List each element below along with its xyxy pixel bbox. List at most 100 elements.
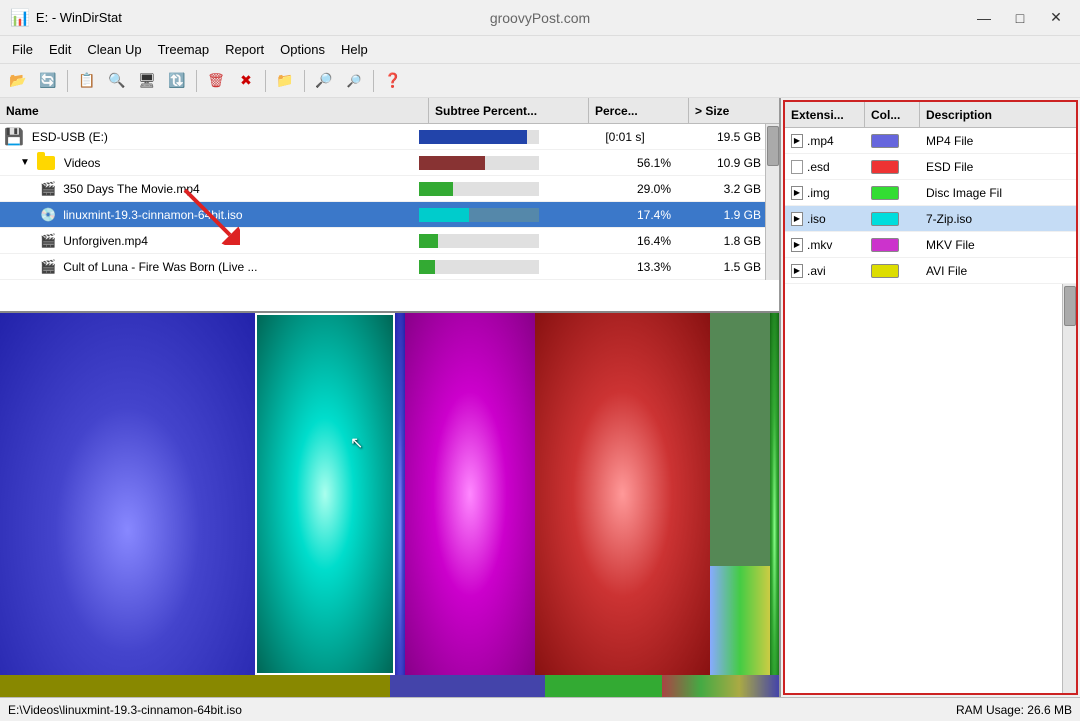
menu-help[interactable]: Help bbox=[333, 39, 376, 60]
table-row[interactable]: 🎬 Unforgiven.mp4 16.4% 1.8 GB bbox=[0, 228, 765, 254]
bottom-bar-seg-1 bbox=[0, 675, 390, 697]
toolbar-copy[interactable]: 📋 bbox=[73, 68, 101, 94]
tree-col-name[interactable]: Name bbox=[0, 98, 429, 123]
list-item[interactable]: ▶ .mkv MKV File bbox=[785, 232, 1076, 258]
cell-name: 💾 ESD-USB (E:) bbox=[0, 124, 415, 149]
tree-col-subtree[interactable]: Subtree Percent... bbox=[429, 98, 589, 123]
ext-label: .iso bbox=[807, 212, 826, 226]
menu-options[interactable]: Options bbox=[272, 39, 333, 60]
toolbar-refresh[interactable]: 🔄 bbox=[34, 68, 62, 94]
treemap[interactable]: ↖ bbox=[0, 313, 779, 697]
toolbar-zoom-in[interactable]: 🔎 bbox=[310, 68, 338, 94]
table-row[interactable]: 💾 ESD-USB (E:) [0:01 s] 19.5 GB bbox=[0, 124, 765, 150]
expand-icon: ▼ bbox=[20, 157, 30, 168]
list-item[interactable]: ▶ .iso 7-Zip.iso bbox=[785, 206, 1076, 232]
ext-label: .mkv bbox=[807, 238, 832, 252]
cell-percent: [0:01 s] bbox=[575, 124, 675, 149]
treemap-segment-magenta[interactable] bbox=[405, 313, 535, 675]
toolbar-display[interactable]: 🖥 bbox=[133, 68, 161, 94]
cell-name: 🎬 Cult of Luna - Fire Was Born (Live ... bbox=[0, 254, 415, 279]
extensions-panel: Extensi... Col... Description ▶ .mp4 MP4… bbox=[783, 100, 1078, 695]
list-item[interactable]: ▶ .mp4 MP4 File bbox=[785, 128, 1076, 154]
ext-col-color[interactable]: Col... bbox=[865, 102, 920, 127]
scrollbar-thumb bbox=[767, 126, 779, 166]
doc-icon: ▶ bbox=[791, 238, 803, 252]
treemap-segment-red[interactable] bbox=[535, 313, 710, 675]
treemap-segment-mixed[interactable] bbox=[710, 313, 770, 675]
ext-col-desc[interactable]: Description bbox=[920, 102, 1076, 127]
cell-bar bbox=[415, 124, 575, 149]
toolbar-help[interactable]: ❓ bbox=[379, 68, 407, 94]
toolbar-sep-3 bbox=[265, 70, 266, 92]
ext-cell-color bbox=[865, 180, 920, 205]
ext-cell-color bbox=[865, 154, 920, 179]
table-row[interactable]: ▼ Videos 56.1% 10.9 GB bbox=[0, 150, 765, 176]
bar-fill bbox=[419, 234, 438, 248]
menu-treemap[interactable]: Treemap bbox=[150, 39, 218, 60]
toolbar-magnify[interactable]: 🔍 bbox=[103, 68, 131, 94]
row-name: linuxmint-19.3-cinnamon-64bit.iso bbox=[63, 208, 242, 222]
treemap-segment-blue-right[interactable] bbox=[395, 313, 405, 675]
treemap-segment-cyan-selected[interactable] bbox=[255, 313, 395, 675]
cell-size: 1.5 GB bbox=[675, 254, 765, 279]
maximize-button[interactable]: □ bbox=[1006, 7, 1034, 29]
menu-cleanup[interactable]: Clean Up bbox=[79, 39, 149, 60]
status-bar: E:\Videos\linuxmint-19.3-cinnamon-64bit.… bbox=[0, 697, 1080, 721]
table-row[interactable]: 🎬 Cult of Luna - Fire Was Born (Live ...… bbox=[0, 254, 765, 280]
menu-edit[interactable]: Edit bbox=[41, 39, 79, 60]
file-icon: 🎬 bbox=[40, 259, 56, 275]
ext-cell-color bbox=[865, 128, 920, 153]
tree-scrollbar[interactable] bbox=[765, 124, 779, 280]
color-swatch bbox=[871, 264, 899, 278]
list-item[interactable]: ▶ .avi AVI File bbox=[785, 258, 1076, 284]
toolbar-folder[interactable]: 📁 bbox=[271, 68, 299, 94]
bar-fill bbox=[419, 208, 469, 222]
cell-name: 💿 linuxmint-19.3-cinnamon-64bit.iso bbox=[0, 202, 415, 227]
folder-icon bbox=[37, 156, 55, 170]
bar-fill bbox=[419, 130, 527, 144]
drive-icon: 💾 bbox=[4, 127, 24, 147]
tree-col-size[interactable]: > Size bbox=[689, 98, 779, 123]
file-icon: 🎬 bbox=[40, 181, 56, 197]
status-ram: RAM Usage: 26.6 MB bbox=[956, 703, 1072, 717]
cell-name: ▼ Videos bbox=[0, 150, 415, 175]
toolbar-zoom-out[interactable]: 🔎 bbox=[340, 68, 368, 94]
color-swatch bbox=[871, 186, 899, 200]
toolbar-cleanup[interactable]: 🗑 bbox=[202, 68, 230, 94]
close-button[interactable]: ✕ bbox=[1042, 7, 1070, 29]
row-name: ESD-USB (E:) bbox=[32, 130, 108, 144]
table-row[interactable]: 💿 linuxmint-19.3-cinnamon-64bit.iso 17.4… bbox=[0, 202, 765, 228]
left-panel: Name Subtree Percent... Perce... > Size … bbox=[0, 98, 781, 697]
menu-file[interactable]: File bbox=[4, 39, 41, 60]
ext-col-ext[interactable]: Extensi... bbox=[785, 102, 865, 127]
toolbar-rescan[interactable]: 🔃 bbox=[163, 68, 191, 94]
ext-cell-color bbox=[865, 206, 920, 231]
ext-cell-desc: 7-Zip.iso bbox=[920, 206, 1076, 231]
row-name: Videos bbox=[64, 156, 100, 170]
bar-container bbox=[419, 260, 539, 274]
cell-bar bbox=[415, 176, 575, 201]
menu-report[interactable]: Report bbox=[217, 39, 272, 60]
toolbar-delete[interactable]: ✖ bbox=[232, 68, 260, 94]
watermark: groovyPost.com bbox=[490, 10, 590, 26]
cell-bar bbox=[415, 202, 575, 227]
tree-col-percent[interactable]: Perce... bbox=[589, 98, 689, 123]
list-item[interactable]: ▶ .img Disc Image Fil bbox=[785, 180, 1076, 206]
toolbar-sep-2 bbox=[196, 70, 197, 92]
ext-scrollbar[interactable] bbox=[1062, 284, 1076, 693]
treemap-segment-green[interactable] bbox=[770, 313, 780, 675]
treemap-segment-mixed-top bbox=[710, 313, 770, 566]
toolbar-open[interactable]: 📂 bbox=[4, 68, 32, 94]
bar-container bbox=[419, 208, 539, 222]
ext-cell-desc: MP4 File bbox=[920, 128, 1076, 153]
file-tree: Name Subtree Percent... Perce... > Size … bbox=[0, 98, 779, 313]
treemap-main: ↖ bbox=[0, 313, 779, 675]
table-row[interactable]: 🎬 350 Days The Movie.mp4 29.0% 3.2 GB bbox=[0, 176, 765, 202]
ext-scrollbar-thumb bbox=[1064, 286, 1076, 326]
status-path: E:\Videos\linuxmint-19.3-cinnamon-64bit.… bbox=[8, 703, 242, 717]
color-swatch bbox=[871, 160, 899, 174]
cell-size: 1.8 GB bbox=[675, 228, 765, 253]
minimize-button[interactable]: — bbox=[970, 7, 998, 29]
treemap-segment-blue-left[interactable] bbox=[0, 313, 255, 675]
list-item[interactable]: .esd ESD File bbox=[785, 154, 1076, 180]
